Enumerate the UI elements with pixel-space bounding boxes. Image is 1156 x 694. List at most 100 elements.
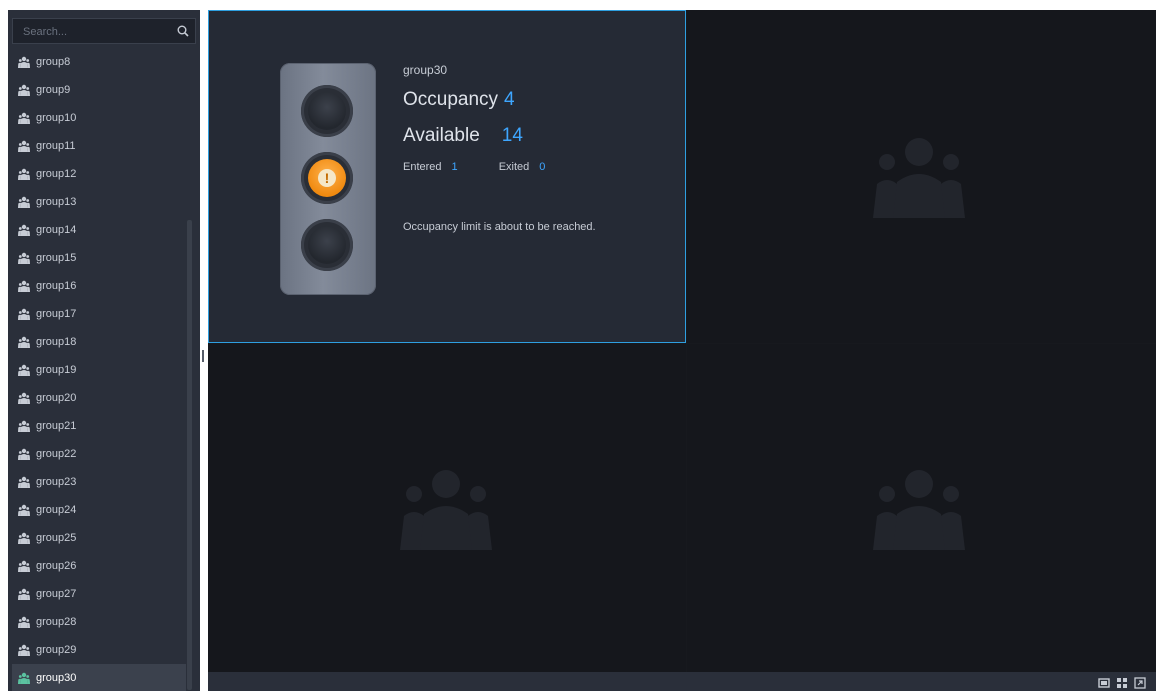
fullscreen-icon[interactable]	[1134, 676, 1146, 689]
light-red-off	[301, 85, 353, 137]
sidebar-item-group9[interactable]: group9	[12, 76, 186, 104]
sidebar-item-group17[interactable]: group17	[12, 300, 186, 328]
people-placeholder-icon	[873, 138, 965, 218]
sidebar-item-label: group14	[36, 224, 77, 236]
group-people-icon	[18, 335, 32, 349]
sidebar-item-label: group22	[36, 448, 77, 460]
sidebar-item-group22[interactable]: group22	[12, 440, 186, 468]
group-people-icon	[18, 475, 32, 489]
group-people-icon	[18, 419, 32, 433]
light-green-off	[301, 219, 353, 271]
sidebar-item-group8[interactable]: group8	[12, 48, 186, 76]
single-layout-icon[interactable]	[1098, 676, 1110, 688]
sidebar-item-label: group10	[36, 112, 77, 124]
video-pane-2[interactable]	[687, 10, 1156, 343]
sidebar-item-group25[interactable]: group25	[12, 524, 186, 552]
search-input[interactable]	[21, 23, 175, 41]
group-people-icon	[18, 307, 32, 321]
video-pane-4[interactable]	[687, 344, 1156, 672]
app-window: group8 group9 group10 group11 group12 group13…	[0, 0, 1156, 691]
sidebar-item-group18[interactable]: group18	[12, 328, 186, 356]
group-people-icon	[18, 195, 32, 209]
sidebar-item-label: group25	[36, 532, 77, 544]
entered-exited-row: Entered 1 Exited 0	[403, 161, 545, 173]
group-people-icon	[18, 643, 32, 657]
sidebar-item-label: group16	[36, 280, 77, 292]
light-amber-on: !	[301, 152, 353, 204]
sidebar-item-group15[interactable]: group15	[12, 244, 186, 272]
occupancy-group-name: group30	[403, 63, 448, 77]
people-placeholder-icon	[400, 470, 492, 550]
group-people-icon	[18, 167, 32, 181]
sidebar-item-label: group15	[36, 252, 77, 264]
entered-value: 1	[451, 161, 458, 173]
entered-label: Entered	[403, 161, 442, 173]
sidebar-item-group19[interactable]: group19	[12, 356, 186, 384]
sidebar-item-label: group11	[36, 140, 76, 152]
sidebar-item-group24[interactable]: group24	[12, 496, 186, 524]
search-icon[interactable]	[175, 23, 191, 39]
sidebar-item-group28[interactable]: group28	[12, 608, 186, 636]
group-people-icon	[18, 251, 32, 265]
sidebar-item-label: group28	[36, 616, 77, 628]
group-people-icon	[18, 559, 32, 573]
sidebar-item-group29[interactable]: group29	[12, 636, 186, 664]
video-pane-3[interactable]	[208, 344, 686, 672]
group-people-icon	[18, 55, 32, 69]
video-pane-1[interactable]: ! group30 Occupancy 4 Available 14 Entered…	[208, 10, 686, 343]
sidebar-item-label: group30	[36, 672, 77, 684]
sidebar-item-label: group18	[36, 336, 77, 348]
occupancy-label: Occupancy	[403, 89, 499, 110]
status-message: Occupancy limit is about to be reached.	[403, 221, 596, 233]
sidebar-item-group27[interactable]: group27	[12, 580, 186, 608]
sidebar-item-label: group8	[36, 56, 71, 68]
exclamation-icon: !	[318, 169, 336, 187]
occupancy-row: Occupancy 4	[403, 89, 515, 111]
sidebar-item-group13[interactable]: group13	[12, 188, 186, 216]
group-people-icon	[18, 139, 32, 153]
sidebar-item-label: group23	[36, 476, 77, 488]
sidebar-item-group11[interactable]: group11	[12, 132, 186, 160]
group-people-icon	[18, 279, 32, 293]
sidebar-item-label: group20	[36, 392, 77, 404]
group-people-icon	[18, 391, 32, 405]
sidebar-item-label: group24	[36, 504, 77, 516]
sidebar-scrollbar[interactable]	[187, 220, 192, 690]
sidebar-item-group20[interactable]: group20	[12, 384, 186, 412]
panel-splitter[interactable]	[202, 350, 204, 362]
sidebar-item-label: group19	[36, 364, 77, 376]
sidebar-item-label: group26	[36, 560, 77, 572]
sidebar-item-label: group13	[36, 196, 77, 208]
sidebar-item-label: group9	[36, 84, 71, 96]
group-people-icon	[18, 503, 32, 517]
video-grid: ! group30 Occupancy 4 Available 14 Entered…	[208, 10, 1156, 672]
sidebar-item-group14[interactable]: group14	[12, 216, 186, 244]
sidebar-item-group21[interactable]: group21	[12, 412, 186, 440]
sidebar-item-group16[interactable]: group16	[12, 272, 186, 300]
sidebar-item-label: group17	[36, 308, 77, 320]
available-label: Available	[403, 125, 480, 146]
group-people-icon	[18, 615, 32, 629]
people-placeholder-icon	[873, 470, 965, 550]
sidebar-item-group10[interactable]: group10	[12, 104, 186, 132]
bottom-toolbar	[208, 672, 1156, 691]
search-box	[12, 18, 196, 44]
exited-label: Exited	[498, 161, 530, 173]
group-people-icon	[18, 587, 32, 601]
sidebar-item-group12[interactable]: group12	[12, 160, 186, 188]
group-people-icon	[18, 83, 32, 97]
group-people-icon	[18, 223, 32, 237]
sidebar: group8 group9 group10 group11 group12 group13…	[8, 10, 200, 691]
sidebar-item-label: group29	[36, 644, 77, 656]
group-people-icon	[18, 671, 32, 685]
sidebar-item-group26[interactable]: group26	[12, 552, 186, 580]
available-row: Available 14	[403, 125, 523, 147]
exited-value: 0	[539, 161, 546, 173]
sidebar-item-label: group21	[36, 420, 77, 432]
quad-layout-icon[interactable]	[1116, 676, 1128, 688]
sidebar-item-group30[interactable]: group30	[12, 664, 186, 691]
sidebar-item-group23[interactable]: group23	[12, 468, 186, 496]
traffic-light: !	[280, 63, 376, 295]
group-people-icon	[18, 447, 32, 461]
sidebar-item-label: group27	[36, 588, 77, 600]
